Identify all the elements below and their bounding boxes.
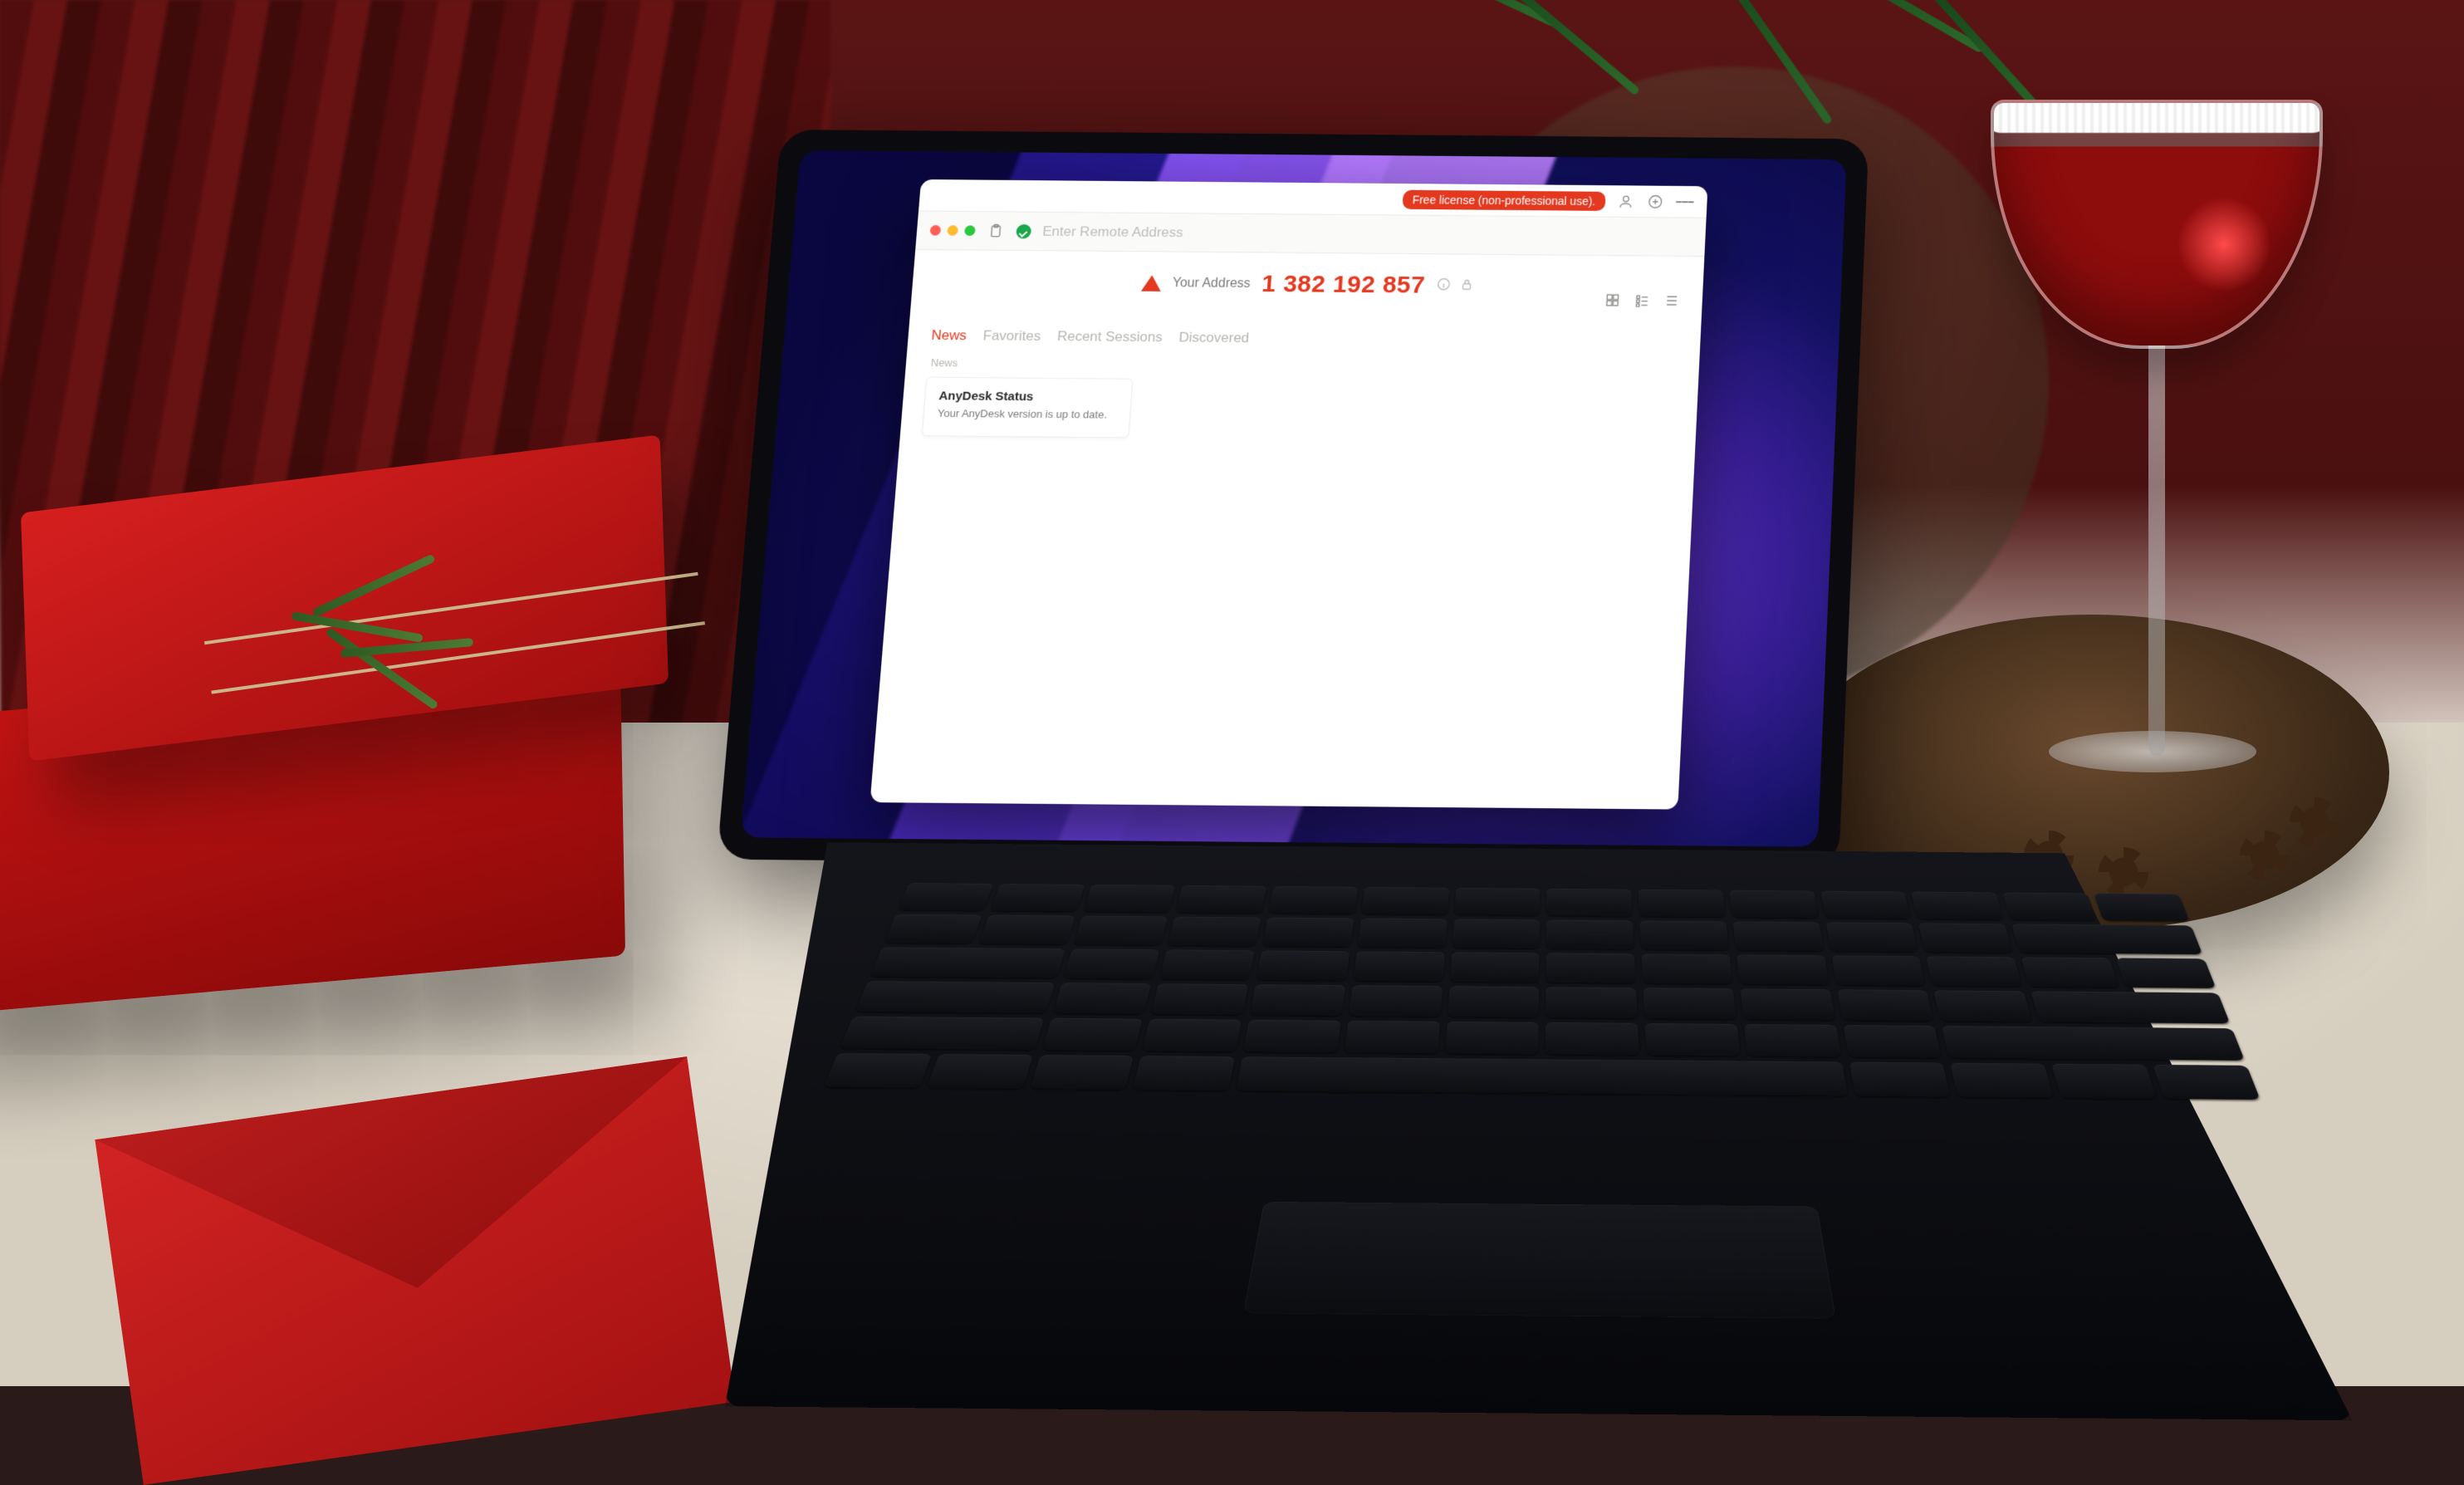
anydesk-logo-icon xyxy=(1140,275,1161,292)
minimize-icon[interactable] xyxy=(947,225,958,236)
keyboard-key xyxy=(2094,893,2189,921)
fullscreen-icon[interactable] xyxy=(964,225,976,236)
keyboard-key xyxy=(990,884,1084,912)
news-card[interactable]: AnyDesk Status Your AnyDesk version is u… xyxy=(922,377,1134,438)
gift-greenery-sprig xyxy=(274,565,490,731)
anydesk-window: Free license (non-professional use). xyxy=(870,179,1708,810)
remote-address-input[interactable] xyxy=(1042,223,1692,245)
laptop-trackpad xyxy=(1243,1202,1836,1319)
new-session-icon[interactable] xyxy=(1646,193,1665,210)
tab-favorites[interactable]: Favorites xyxy=(982,328,1041,345)
keyboard-key xyxy=(1452,919,1540,948)
tab-discovered[interactable]: Discovered xyxy=(1178,330,1250,346)
keyboard-key xyxy=(1546,888,1633,916)
keyboard-key xyxy=(1732,921,1823,950)
status-ready-icon xyxy=(1016,223,1031,238)
keyboard-key xyxy=(1168,916,1261,945)
info-icon[interactable] xyxy=(1436,277,1452,294)
news-card-title: AnyDesk Status xyxy=(938,389,1118,404)
keyboard-key xyxy=(1268,886,1358,914)
keyboard-key xyxy=(1639,920,1728,949)
keyboard-key xyxy=(1911,891,2003,919)
your-address-label: Your Address xyxy=(1172,277,1251,292)
photo-scene: Free license (non-professional use). xyxy=(0,0,2464,1386)
tab-news[interactable]: News xyxy=(931,327,967,344)
keyboard-key xyxy=(1546,919,1634,948)
your-address-row: Your Address 1 382 192 857 xyxy=(911,250,1704,306)
keyboard-key xyxy=(2002,892,2096,920)
laptop-keyboard xyxy=(823,883,2260,1099)
detail-view-icon[interactable] xyxy=(1633,292,1652,310)
view-toggle xyxy=(1603,292,1681,310)
lock-icon[interactable] xyxy=(1459,277,1475,295)
laptop-base xyxy=(725,841,2358,1420)
keyboard-key xyxy=(1262,917,1354,946)
keyboard-key xyxy=(1820,890,1911,919)
keyboard-key xyxy=(897,883,992,911)
your-address-id[interactable]: 1 382 192 857 xyxy=(1261,271,1426,300)
keyboard-key xyxy=(1357,918,1447,947)
keyboard-key xyxy=(1638,889,1725,917)
laptop: Free license (non-professional use). xyxy=(742,119,1999,1334)
cocktail-glass-stem xyxy=(2148,307,2165,756)
menu-icon[interactable] xyxy=(1676,193,1695,210)
keyboard-key xyxy=(1825,922,1918,951)
list-view-icon[interactable] xyxy=(1663,292,1682,310)
keyboard-key xyxy=(884,914,982,943)
laptop-display: Free license (non-professional use). xyxy=(741,150,1847,847)
keyboard-key xyxy=(1083,885,1176,913)
keyboard-key xyxy=(1453,887,1540,915)
keyboard-key xyxy=(978,914,1075,943)
window-traffic-lights[interactable] xyxy=(929,225,975,236)
news-card-body: Your AnyDesk version is up to date. xyxy=(937,406,1117,422)
keyboard-key xyxy=(1073,915,1168,944)
license-banner[interactable]: Free license (non-professional use). xyxy=(1402,189,1606,210)
keyboard-key xyxy=(1361,887,1449,915)
tab-recent-sessions[interactable]: Recent Sessions xyxy=(1056,329,1163,346)
invite-icon[interactable] xyxy=(1616,192,1635,209)
clipboard-icon[interactable] xyxy=(986,222,1005,239)
window-toolbar xyxy=(915,211,1706,257)
star-anise xyxy=(2290,797,2339,847)
content-tabs: News Favorites Recent Sessions Discovere… xyxy=(907,300,1702,355)
keyboard-key xyxy=(2011,924,2202,953)
keyboard-key xyxy=(1729,890,1818,918)
laptop-lid: Free license (non-professional use). xyxy=(717,130,1869,869)
grid-view-icon[interactable] xyxy=(1603,292,1622,310)
keyboard-key xyxy=(1175,885,1266,914)
close-icon[interactable] xyxy=(929,225,941,236)
